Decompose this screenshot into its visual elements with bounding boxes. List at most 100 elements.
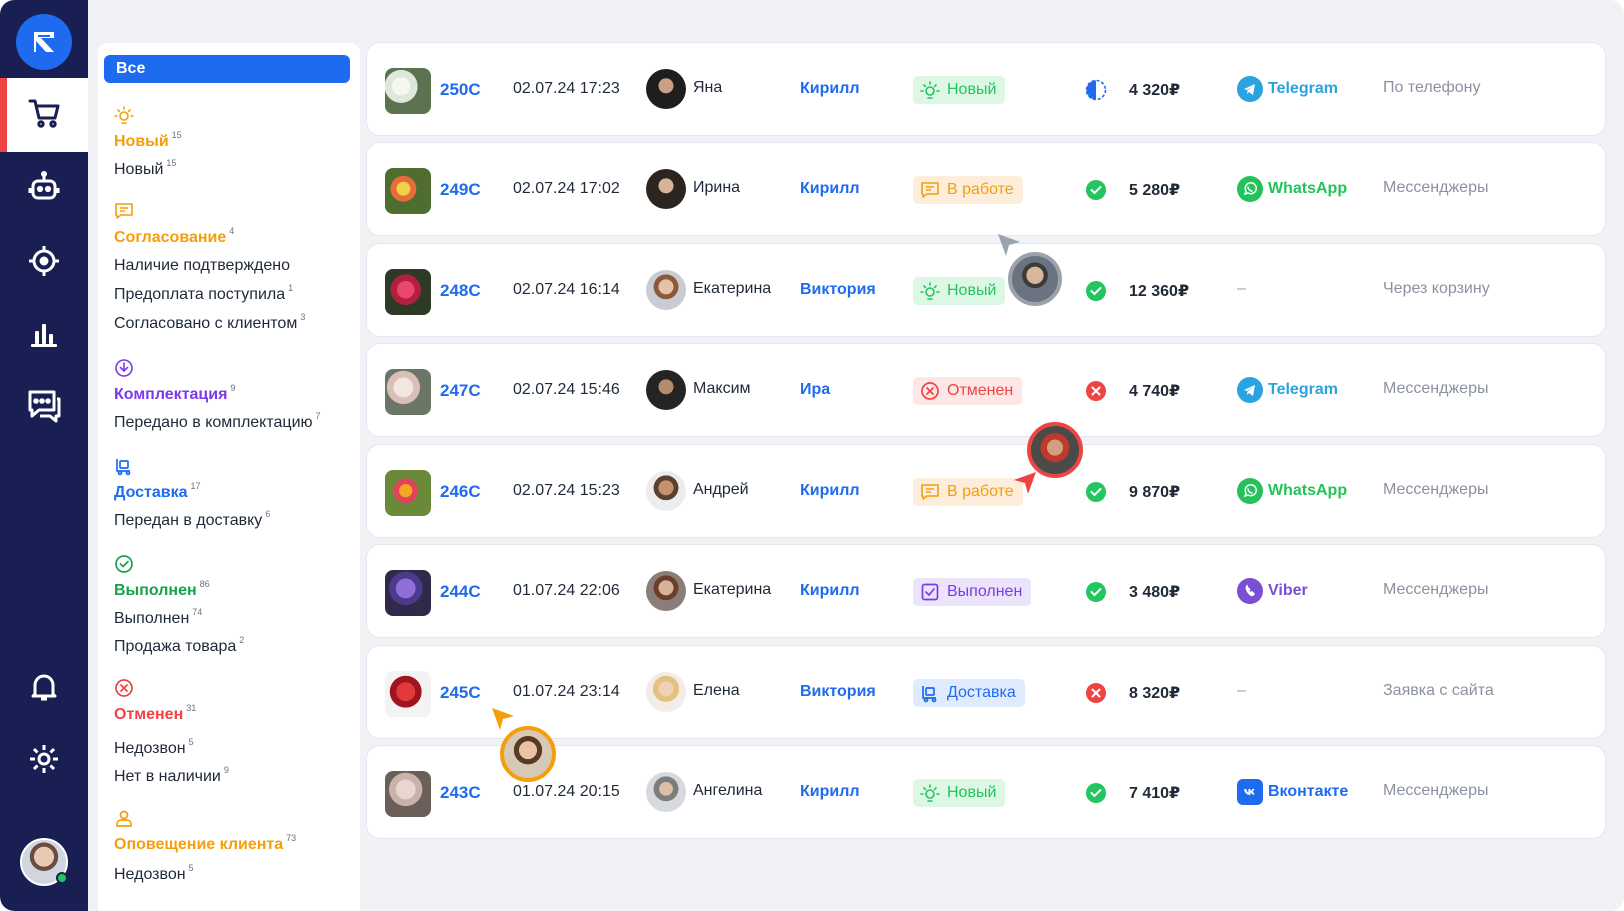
cursor-gray-icon (998, 234, 1020, 256)
filter-group-title[interactable]: Отменен 31 (114, 703, 196, 724)
filter-substatus-count: 15 (166, 158, 177, 168)
status-badge[interactable]: Новый (913, 779, 1006, 807)
vk-icon (1237, 779, 1263, 805)
manager-link[interactable]: Кирилл (800, 783, 860, 801)
rail-item-cart[interactable] (0, 78, 88, 152)
logo-icon[interactable] (16, 14, 72, 70)
status-label: В работе (947, 181, 1014, 198)
filter-substatus[interactable]: Нет в наличии 9 (114, 765, 229, 786)
filter-substatus[interactable]: Продажа товара 2 (114, 635, 244, 656)
status-badge[interactable]: Доставка (913, 679, 1025, 707)
order-source: Мессенджеры (1383, 782, 1489, 799)
order-id-link[interactable]: 249С (440, 180, 481, 200)
channel-link[interactable]: WhatsApp (1237, 176, 1347, 202)
status-badge[interactable]: Новый (913, 277, 1006, 305)
channel-link[interactable]: Viber (1237, 578, 1308, 604)
filter-group-label: Новый (114, 133, 169, 150)
order-amount: 5 280₽ (1129, 182, 1181, 199)
filter-substatus[interactable]: Недозвон 5 (114, 863, 194, 884)
filter-group-title[interactable]: Оповещение клиента 73 (114, 833, 296, 854)
channel-label: WhatsApp (1268, 180, 1348, 197)
filter-substatus[interactable]: Недозвон 5 (114, 737, 194, 758)
order-id-link[interactable]: 244С (440, 582, 481, 602)
status-label: Отменен (947, 382, 1014, 399)
order-id-link[interactable]: 250С (440, 80, 481, 100)
filter-substatus[interactable]: Новый 15 (114, 158, 176, 179)
filter-substatus-label: Наличие подтверждено (114, 257, 291, 274)
manager-link[interactable]: Кирилл (800, 482, 860, 500)
rail-item-gear[interactable] (0, 724, 88, 798)
chart-icon (27, 316, 61, 355)
manager-link[interactable]: Виктория (800, 281, 876, 299)
status-filter-panel: Все Новый 15 Новый 15 Согласование 4 Наличие п… (98, 43, 360, 911)
order-row[interactable]: 250С 02.07.24 17:23 Яна Кирилл Новый 4 320₽… (366, 42, 1606, 136)
filter-all-button[interactable]: Все (104, 55, 350, 83)
order-id-link[interactable]: 245С (440, 683, 481, 703)
order-source: Мессенджеры (1383, 380, 1489, 397)
status-badge[interactable]: Новый (913, 76, 1006, 104)
viber-icon (1237, 578, 1263, 604)
customer-avatar (646, 571, 686, 611)
rail-item-target[interactable] (0, 226, 88, 300)
filter-substatus[interactable]: Передано в комплектацию 7 (114, 411, 321, 432)
rail-item-robot[interactable] (0, 152, 88, 226)
order-id-link[interactable]: 246С (440, 482, 481, 502)
customer-name: Елена (693, 682, 740, 699)
channel-link[interactable]: Вконтакте (1237, 779, 1348, 805)
filter-group-title[interactable]: Согласование 4 (114, 226, 234, 247)
order-id-link[interactable]: 243С (440, 783, 481, 803)
manager-link[interactable]: Кирилл (800, 180, 860, 198)
order-row[interactable]: 248С 02.07.24 16:14 Екатерина Виктория Новы… (366, 243, 1606, 337)
order-date: 01.07.24 22:06 (513, 582, 620, 599)
channel-link[interactable]: WhatsApp (1237, 478, 1347, 504)
filter-group-label: Оповещение клиента (114, 836, 284, 853)
order-id-link[interactable]: 248С (440, 281, 481, 301)
status-badge[interactable]: Отменен (913, 377, 1023, 405)
filter-substatus[interactable]: Выполнен 74 (114, 607, 202, 628)
manager-link[interactable]: Виктория (800, 683, 876, 701)
rail-item-chart[interactable] (0, 298, 88, 372)
order-row[interactable]: 244С 01.07.24 22:06 Екатерина Кирилл Выполн… (366, 544, 1606, 638)
whatsapp-icon (1237, 176, 1263, 202)
channel-link[interactable]: Telegram (1237, 76, 1338, 102)
bouquet-thumbnail (385, 771, 431, 817)
channel-empty: – (1237, 682, 1246, 699)
status-badge[interactable]: В работе (913, 176, 1023, 204)
order-date: 02.07.24 17:02 (513, 180, 620, 197)
status-label: Выполнен (947, 583, 1023, 600)
filter-substatus[interactable]: Согласовано с клиентом 3 (114, 312, 305, 333)
channel-label: WhatsApp (1268, 482, 1348, 499)
payment-paid-icon (1085, 481, 1107, 503)
order-id-link[interactable]: 247С (440, 381, 481, 401)
order-row[interactable]: 247С 02.07.24 15:46 Максим Ира Отменен 4 74… (366, 343, 1606, 437)
order-amount: 8 320₽ (1129, 685, 1181, 702)
filter-group-title[interactable]: Комплектация 9 (114, 383, 235, 404)
cart-icon (27, 96, 61, 135)
filter-substatus[interactable]: Предоплата поступила 1 (114, 283, 293, 304)
customer-avatar (646, 471, 686, 511)
order-row[interactable]: 245С 01.07.24 23:14 Елена Виктория Доставка… (366, 645, 1606, 739)
order-row[interactable]: 249С 02.07.24 17:02 Ирина Кирилл В работе 5… (366, 142, 1606, 236)
order-date: 02.07.24 16:14 (513, 281, 620, 298)
manager-link[interactable]: Кирилл (800, 80, 860, 98)
collaborator-avatar-gray (1008, 252, 1062, 306)
manager-link[interactable]: Ира (800, 381, 830, 399)
filter-substatus[interactable]: Наличие подтверждено (114, 254, 293, 275)
customer-avatar (646, 69, 686, 109)
filter-group-title[interactable]: Доставка 17 (114, 481, 201, 502)
channel-link[interactable]: Telegram (1237, 377, 1338, 403)
manager-link[interactable]: Кирилл (800, 582, 860, 600)
filter-group-count: 73 (286, 833, 297, 843)
rail-item-chat[interactable] (0, 370, 88, 444)
rail-item-bell[interactable] (0, 652, 88, 726)
filter-substatus-label: Согласовано с клиентом (114, 315, 298, 332)
filter-group-title[interactable]: Новый 15 (114, 130, 182, 151)
filter-substatus[interactable]: Передан в доставку 6 (114, 509, 270, 530)
delivery-icon (114, 456, 134, 481)
order-row[interactable]: 246С 02.07.24 15:23 Андрей Кирилл В работе … (366, 444, 1606, 538)
filter-group-title[interactable]: Выполнен 86 (114, 579, 210, 600)
status-badge[interactable]: Выполнен (913, 578, 1032, 606)
filter-group-label: Выполнен (114, 582, 197, 599)
status-badge[interactable]: В работе (913, 478, 1023, 506)
collaborator-avatar-orange (500, 726, 556, 782)
